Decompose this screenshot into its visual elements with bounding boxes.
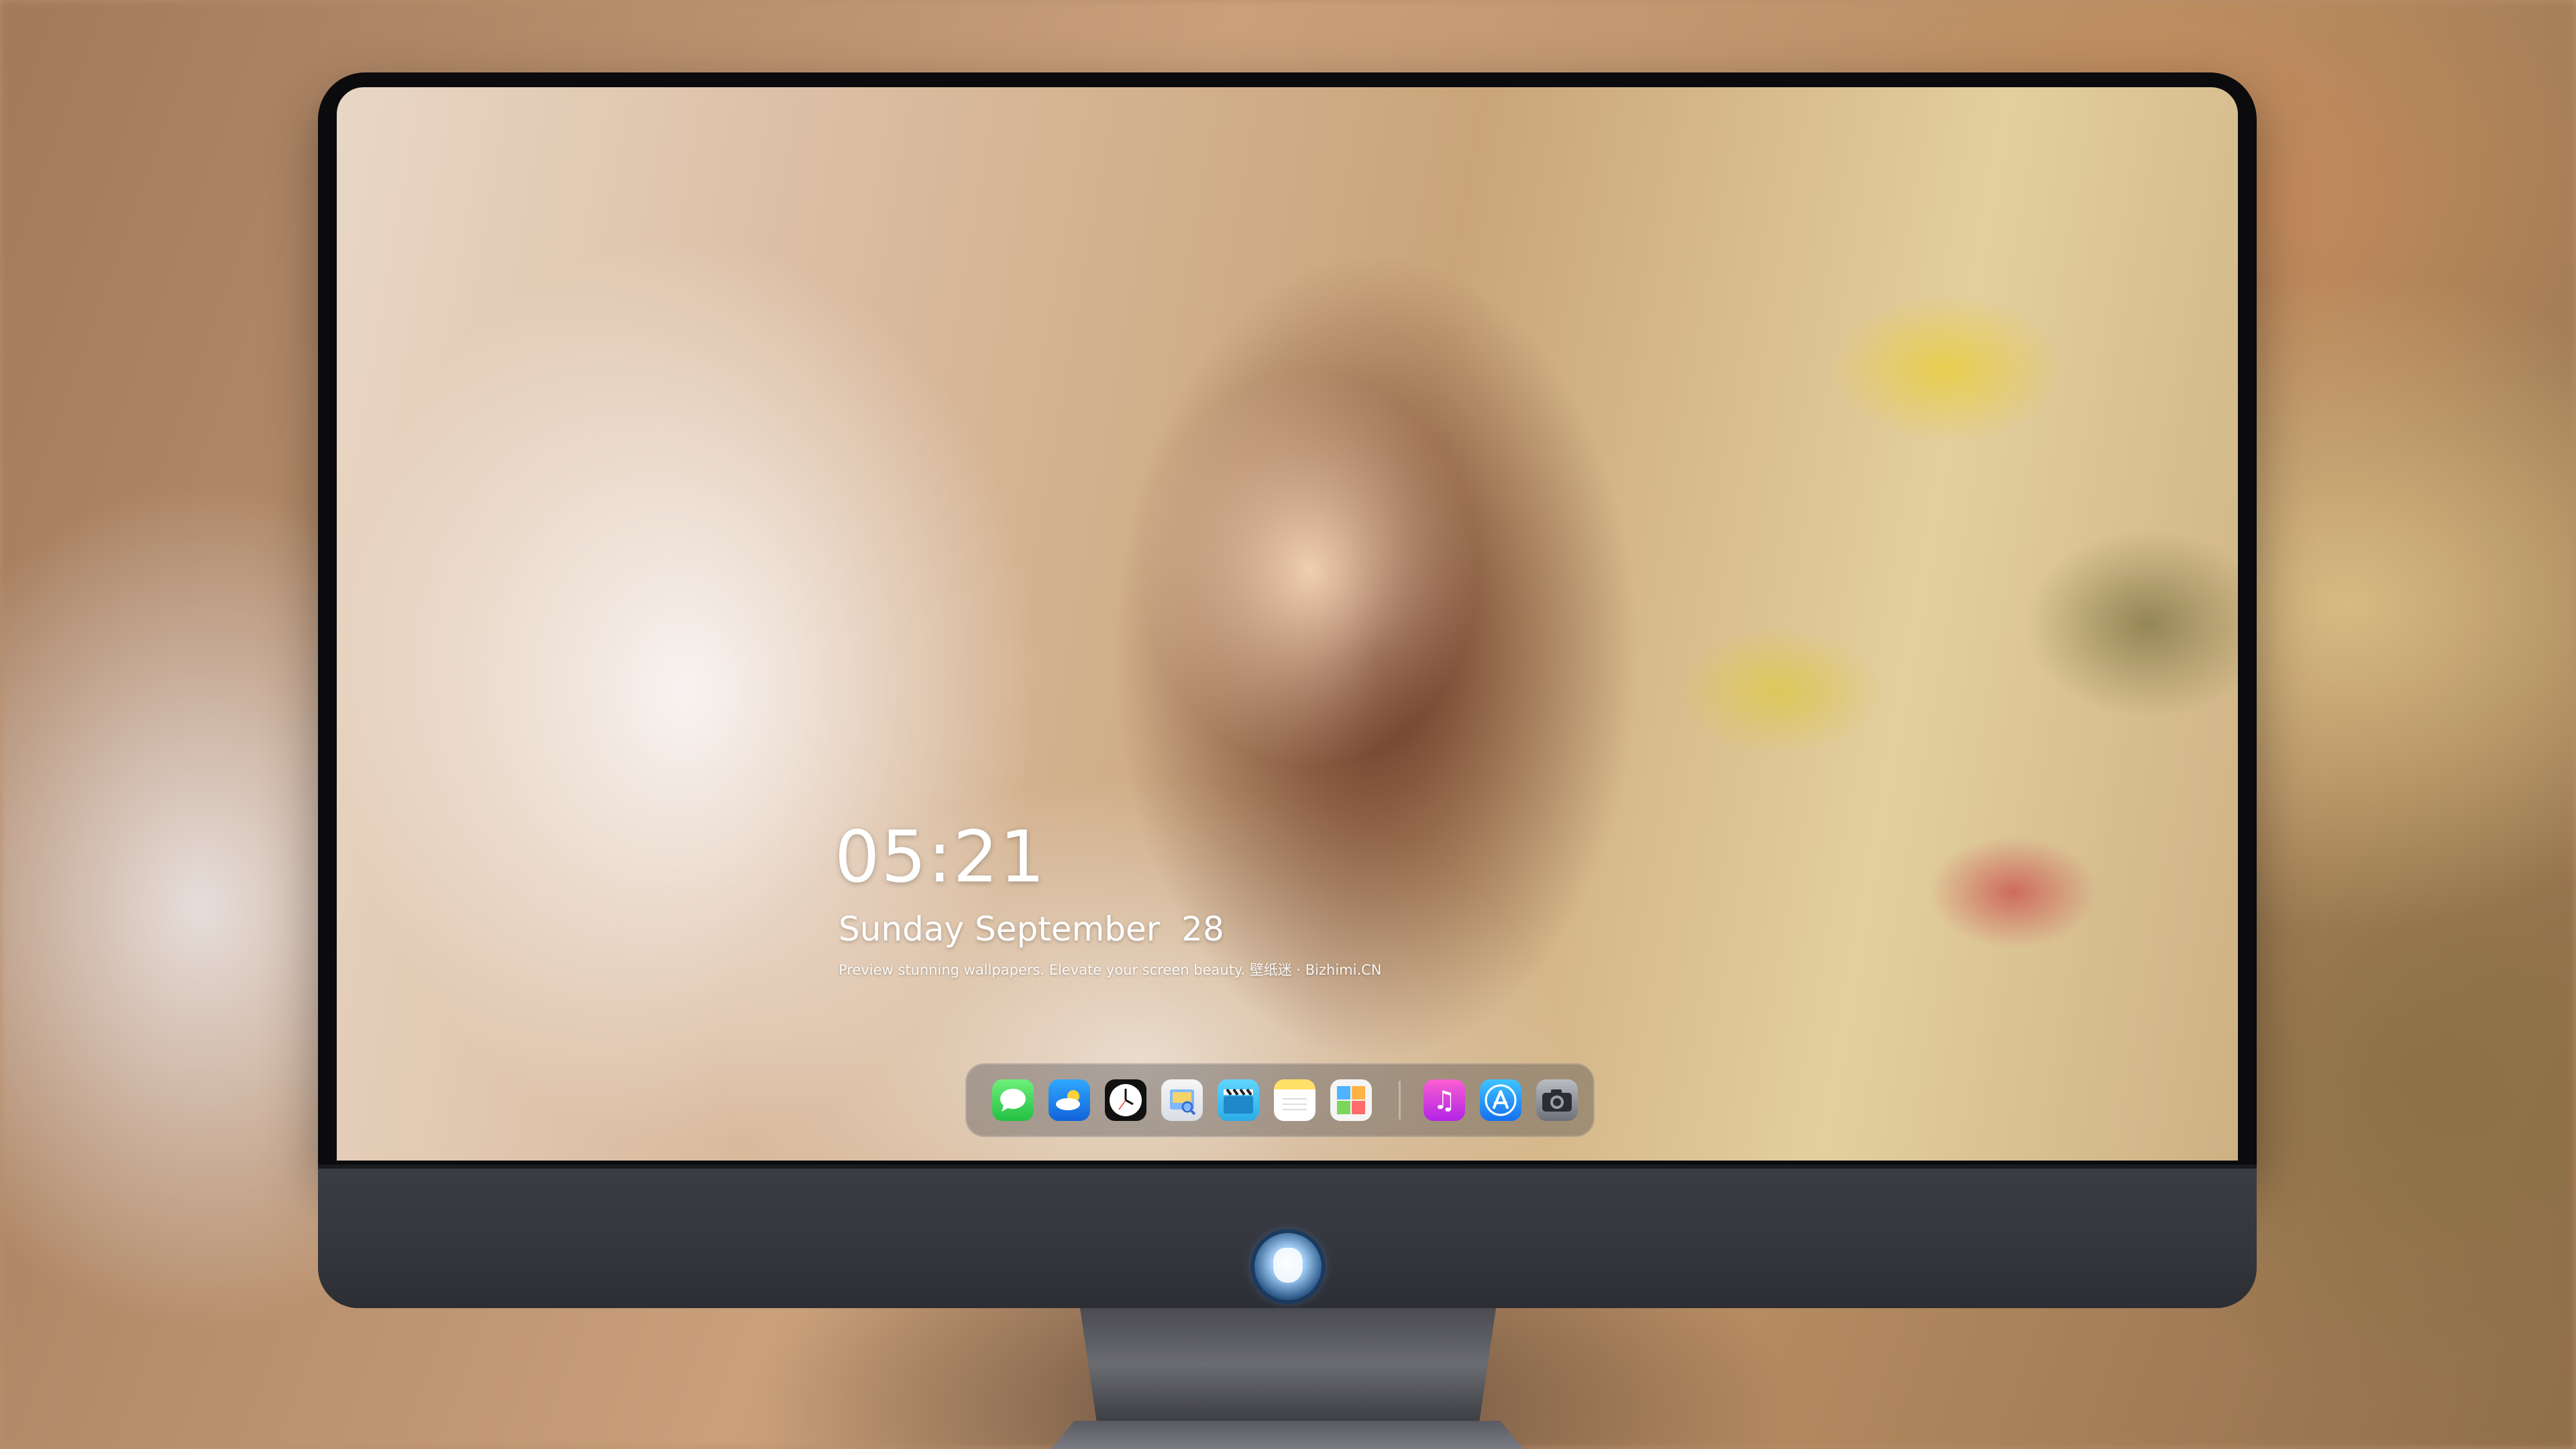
- dock-separator: [1399, 1081, 1401, 1120]
- weather-icon[interactable]: [1049, 1079, 1090, 1121]
- monitor-chin: [318, 1165, 2257, 1308]
- app-store-icon[interactable]: [1480, 1079, 1521, 1121]
- dock: ♫: [965, 1063, 1595, 1137]
- desktop-screen: 05:21 Sunday September 28 Preview stunni…: [337, 87, 2238, 1161]
- messages-icon[interactable]: [992, 1079, 1034, 1121]
- preview-icon[interactable]: [1161, 1079, 1203, 1121]
- monitor-stand-base: [991, 1421, 1583, 1449]
- lock-screen-time: 05:21: [835, 816, 1046, 898]
- camera-icon[interactable]: [1536, 1079, 1578, 1121]
- music-icon[interactable]: ♫: [1424, 1079, 1465, 1121]
- monitor-mockup: 05:21 Sunday September 28 Preview stunni…: [318, 72, 2257, 1449]
- monitor-bezel: 05:21 Sunday September 28 Preview stunni…: [318, 72, 2257, 1173]
- clock-icon[interactable]: [1105, 1079, 1146, 1121]
- clapperboard-icon[interactable]: [1218, 1079, 1259, 1121]
- mascot-logo-icon: [1254, 1233, 1322, 1300]
- monitor-stand-neck: [1080, 1308, 1496, 1422]
- music-note-glyph: ♫: [1432, 1085, 1456, 1115]
- lock-screen-date: Sunday September 28: [839, 910, 1224, 949]
- notes-icon[interactable]: [1274, 1079, 1316, 1121]
- wallpaper-tagline: Preview stunning wallpapers. Elevate you…: [839, 962, 1382, 978]
- photos-icon[interactable]: [1330, 1079, 1372, 1121]
